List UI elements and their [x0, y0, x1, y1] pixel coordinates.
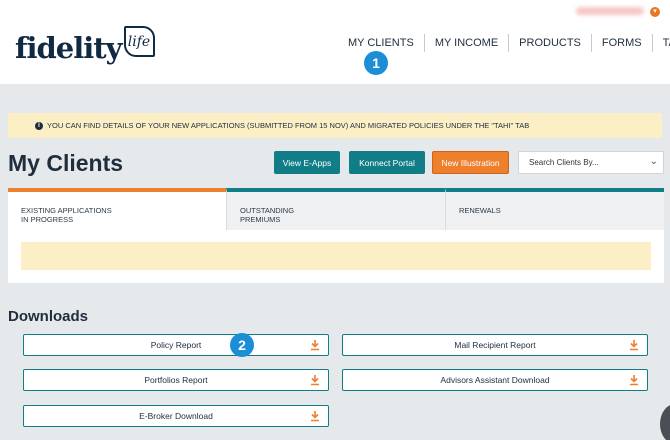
tab-panel-message-bar [21, 242, 651, 270]
step-badge-1: 1 [364, 51, 388, 75]
page-title: My Clients [8, 150, 124, 176]
notice-banner: i YOU CAN FIND DETAILS OF YOUR NEW APPLI… [8, 113, 662, 138]
download-icon [630, 340, 638, 351]
downloads-heading: Downloads [8, 308, 89, 325]
download-label: Policy Report [150, 340, 202, 350]
search-clients-select[interactable]: Search Clients By... ⌄ [518, 151, 664, 174]
search-select-value: Search Clients By... [529, 158, 599, 167]
nav-my-income[interactable]: MY INCOME [425, 34, 510, 52]
download-icon [311, 340, 319, 351]
tab-label-line2: PREMIUMS [240, 215, 281, 224]
new-illustration-button[interactable]: New Illustration [432, 151, 509, 174]
client-tabs: EXISTING APPLICATIONS IN PROGRESS OUTSTA… [8, 188, 664, 230]
download-icon [311, 375, 319, 386]
notice-text: YOU CAN FIND DETAILS OF YOUR NEW APPLICA… [47, 121, 530, 130]
policy-report-button[interactable]: Policy Report [23, 334, 329, 356]
fidelity-life-logo[interactable]: fidelity life [15, 26, 155, 63]
view-e-apps-button[interactable]: View E-Apps [274, 151, 340, 174]
download-label: Mail Recipient Report [454, 340, 536, 350]
chat-widget-edge[interactable] [660, 404, 670, 440]
download-label: Advisors Assistant Download [440, 375, 550, 385]
tab-label-line1: EXISTING APPLICATIONS [21, 206, 112, 215]
advisors-assistant-download-button[interactable]: Advisors Assistant Download [342, 369, 648, 391]
download-label: Portfolios Report [144, 375, 208, 385]
download-icon [630, 375, 638, 386]
logo-life-box: life [123, 26, 155, 57]
e-broker-download-button[interactable]: E-Broker Download [23, 405, 329, 427]
konnect-portal-button[interactable]: Konnect Portal [349, 151, 425, 174]
step-badge-2: 2 [230, 333, 254, 357]
nav-tahi[interactable]: TAHI [653, 34, 670, 52]
tab-panel [8, 230, 664, 283]
top-header: fidelity life ▾ MY CLIENTS MY INCOME PRO… [0, 0, 670, 84]
user-name-blurred[interactable] [576, 7, 644, 15]
logo-wordmark: fidelity [15, 31, 122, 65]
chevron-down-icon: ⌄ [649, 156, 658, 167]
tab-label-line1: RENEWALS [459, 206, 501, 215]
tab-label-line1: OUTSTANDING [240, 206, 295, 215]
user-menu-chevron-icon[interactable]: ▾ [650, 7, 660, 17]
info-icon: i [35, 121, 43, 130]
logo-life-text: life [127, 33, 151, 50]
tab-outstanding-premiums[interactable]: OUTSTANDING PREMIUMS [226, 188, 445, 230]
tab-label-line2: IN PROGRESS [21, 215, 74, 224]
nav-my-clients[interactable]: MY CLIENTS [338, 34, 425, 52]
tab-renewals[interactable]: RENEWALS [445, 188, 664, 230]
nav-forms[interactable]: FORMS [592, 34, 653, 52]
tab-existing-applications[interactable]: EXISTING APPLICATIONS IN PROGRESS [8, 188, 226, 230]
nav-products[interactable]: PRODUCTS [509, 34, 592, 52]
download-label: E-Broker Download [139, 411, 213, 421]
main-nav: MY CLIENTS MY INCOME PRODUCTS FORMS TAHI [338, 34, 670, 52]
mail-recipient-report-button[interactable]: Mail Recipient Report [342, 334, 648, 356]
portfolios-report-button[interactable]: Portfolios Report [23, 369, 329, 391]
download-icon [311, 411, 319, 422]
